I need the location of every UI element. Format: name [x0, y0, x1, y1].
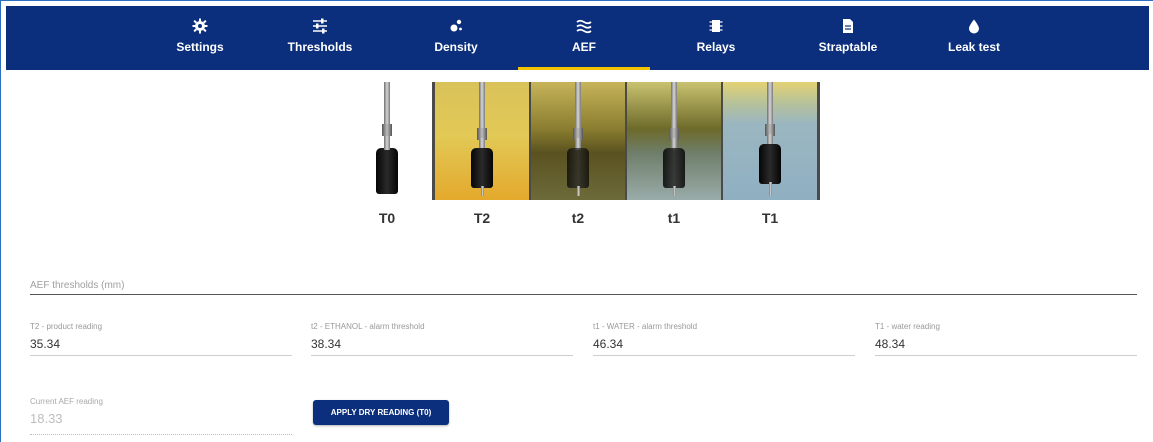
probe-panel-t2 [435, 82, 529, 200]
t1-water-reading-field[interactable]: T1 - water reading 48.34 [875, 322, 1137, 356]
tab-settings[interactable]: Settings [134, 6, 266, 70]
field-value[interactable]: 35.34 [30, 337, 292, 351]
probe-label-t1: T1 [761, 210, 779, 226]
probe-label-t2-lower: t2 [571, 210, 585, 226]
tab-relays[interactable]: Relays [650, 6, 782, 70]
section-title: AEF thresholds (mm) [30, 280, 125, 291]
field-label: Current AEF reading [30, 397, 103, 406]
t1-water-threshold-field[interactable]: t1 - WATER - alarm threshold 46.34 [593, 322, 855, 356]
field-value: 18.33 [30, 411, 63, 426]
gear-icon [192, 18, 208, 34]
probe-label-t1-lower: t1 [667, 210, 681, 226]
tab-label: Density [434, 40, 478, 54]
tab-thresholds[interactable]: Thresholds [254, 6, 386, 70]
tab-leak-test[interactable]: Leak test [908, 6, 1040, 70]
density-icon [450, 19, 462, 32]
field-label: t1 - WATER - alarm threshold [593, 322, 698, 331]
drop-icon [969, 19, 979, 34]
field-value[interactable]: 48.34 [875, 337, 1137, 351]
probe-panel-t1 [723, 82, 817, 200]
tab-straptable[interactable]: Straptable [782, 6, 914, 70]
tab-density[interactable]: Density [390, 6, 522, 70]
probe-panel-t1-lower [627, 82, 721, 200]
probe-label-t2: T2 [473, 210, 491, 226]
probe-illustration: T0 T2 t2 t1 T1 [0, 70, 1153, 240]
tab-label: Leak test [947, 40, 1001, 54]
tab-label: Settings [176, 40, 224, 54]
tab-label: AEF [572, 40, 596, 54]
apply-dry-reading-button[interactable]: APPLY DRY READING (T0) [313, 400, 449, 425]
relay-icon [709, 20, 723, 32]
field-value[interactable]: 46.34 [593, 337, 855, 351]
tab-label: Relays [696, 40, 736, 54]
sliders-icon [313, 18, 327, 34]
field-label: T1 - water reading [875, 322, 940, 331]
tab-label: Straptable [818, 40, 878, 54]
probe-panel-t2-lower [531, 82, 625, 200]
document-icon [843, 19, 853, 33]
field-label: T2 - product reading [30, 322, 103, 331]
t2-ethanol-threshold-field[interactable]: t2 - ETHANOL - alarm threshold 38.34 [311, 322, 573, 356]
section-divider [30, 294, 1137, 295]
tab-aef[interactable]: AEF [518, 6, 650, 70]
probe-panel-t0 [340, 82, 434, 200]
top-nav-bar: Settings Thresholds Density AEF Relays S… [6, 6, 1149, 70]
field-value[interactable]: 38.34 [311, 337, 573, 351]
t2-product-reading-field[interactable]: T2 - product reading 35.34 [30, 322, 292, 356]
current-aef-reading-field: Current AEF reading 18.33 [30, 397, 292, 435]
waves-icon [576, 19, 592, 34]
tab-label: Thresholds [287, 40, 353, 54]
probe-label-t0: T0 [378, 210, 396, 226]
field-label: t2 - ETHANOL - alarm threshold [311, 322, 425, 331]
